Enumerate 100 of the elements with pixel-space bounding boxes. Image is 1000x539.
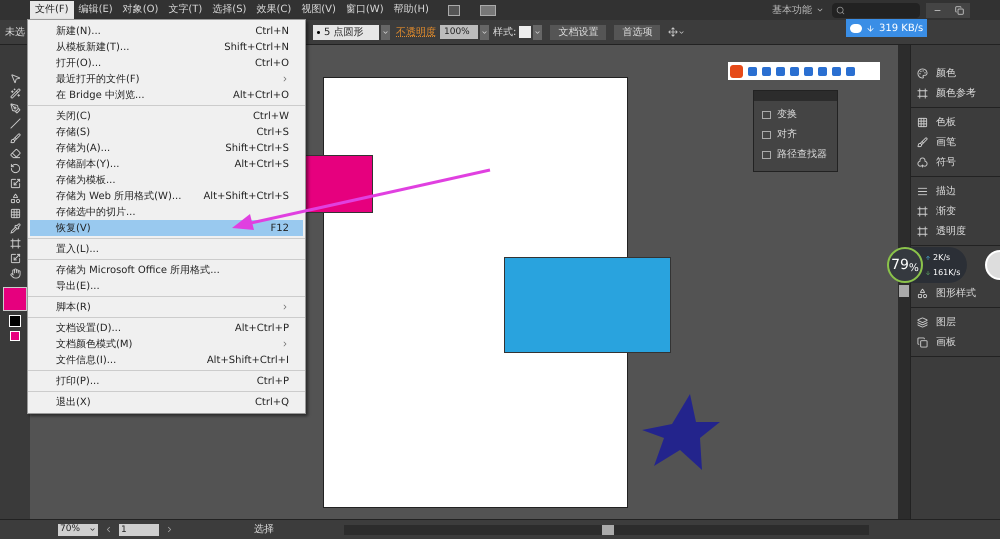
ime-logo-icon (730, 64, 743, 78)
panel-item[interactable]: 路径查找器 (762, 147, 837, 162)
menu-item[interactable]: 在 Bridge 中浏览... Alt+Ctrl+O (30, 87, 303, 103)
menu-item[interactable]: 文件信息(I)... Alt+Shift+Ctrl+I (30, 352, 303, 368)
previous-icon[interactable] (104, 525, 113, 534)
panel-item[interactable]: 画笔 (911, 133, 1000, 151)
menu-item[interactable]: 文档颜色模式(M) (30, 336, 303, 352)
eyedropper-icon[interactable] (10, 223, 20, 234)
menu-item[interactable]: 恢复(V) F12 (30, 220, 303, 236)
scroll-thumb[interactable] (899, 285, 909, 297)
brush-dropdown[interactable]: 5 点圆形 (313, 24, 379, 40)
eraser-icon[interactable] (10, 148, 20, 159)
panel-item[interactable]: 颜色 (911, 64, 1000, 82)
panel-item[interactable]: 渐变 (911, 202, 1000, 220)
pointer-icon[interactable] (10, 73, 20, 84)
restore-button[interactable] (948, 2, 970, 18)
menu-bar-item[interactable]: 窗口(W) (340, 1, 389, 19)
menu-item[interactable]: 存储为 Microsoft Office 所用格式... (30, 262, 303, 278)
opacity-label[interactable]: 不透明度 (396, 24, 436, 40)
panel-icon (762, 150, 771, 158)
panel-item[interactable]: 颜色参考 (911, 84, 1000, 102)
menu-bar-item[interactable]: 视图(V) (296, 1, 341, 19)
pen-icon[interactable] (10, 103, 20, 114)
menu-item[interactable]: 存储选中的切片... (30, 204, 303, 220)
caret-icon[interactable] (533, 24, 542, 40)
horizontal-scrollbar[interactable] (344, 524, 869, 534)
restore-icon (954, 6, 964, 14)
menu-item[interactable]: 新建(N)... Ctrl+N (30, 23, 303, 39)
tool-status: 选择 (254, 522, 274, 537)
grid-icon[interactable] (10, 208, 20, 219)
menu-bar-item[interactable]: 帮助(H) (388, 1, 434, 19)
caret-icon[interactable] (381, 24, 390, 40)
menu-item[interactable]: 导出(E)... (30, 278, 303, 294)
shapes-icon (917, 288, 928, 298)
menu-item[interactable]: 置入(L)... (30, 241, 303, 257)
transform-icon[interactable] (668, 27, 686, 37)
download-icon (866, 24, 875, 32)
screen-mode-icon[interactable] (448, 4, 460, 16)
menu-bar-item[interactable]: 选择(S) (207, 1, 252, 19)
palette-icon (917, 68, 928, 78)
hand-icon[interactable] (10, 268, 20, 279)
workspace-switcher[interactable]: 基本功能 (772, 2, 824, 18)
magic-wand-icon[interactable] (10, 88, 20, 99)
line-icon[interactable] (10, 118, 20, 129)
opacity-field[interactable]: 100% (440, 25, 478, 39)
artboard-field[interactable]: 1 (119, 524, 159, 536)
cloud-icon (850, 24, 862, 32)
menu-item[interactable]: 关闭(C) Ctrl+W (30, 108, 303, 124)
menu-bar-item[interactable]: 编辑(E) (74, 1, 118, 19)
menu-item[interactable]: 退出(X) Ctrl+Q (30, 394, 303, 410)
menu-item[interactable]: 脚本(R) (30, 299, 303, 315)
menu-bar-item[interactable]: 效果(C) (251, 1, 296, 19)
brush-icon[interactable] (10, 133, 20, 144)
menu-bar-item[interactable]: 对象(O) (118, 1, 164, 19)
download-icon (925, 270, 931, 276)
scale-icon[interactable] (10, 178, 20, 189)
shapes-icon[interactable] (10, 193, 20, 204)
menu-item[interactable]: 存储为模板... (30, 172, 303, 188)
panel-item[interactable]: 画板 (911, 333, 1000, 351)
crop-icon[interactable] (10, 253, 20, 264)
menu-item[interactable]: 打印(P)... Ctrl+P (30, 373, 303, 389)
menu-item[interactable]: 存储(S) Ctrl+S (30, 124, 303, 140)
swatches-icon (917, 116, 928, 128)
rotate-icon[interactable] (10, 163, 20, 174)
panel-item[interactable]: 对齐 (762, 127, 837, 142)
scroll-thumb[interactable] (602, 524, 614, 534)
menu-bar-item[interactable]: 文字(T) (163, 1, 208, 19)
panel-item[interactable]: 色板 (911, 113, 1000, 131)
menu-bar-item[interactable]: 文件(F) (30, 1, 74, 19)
style-swatch[interactable] (519, 26, 532, 38)
zoom-dropdown[interactable]: 70% (58, 524, 98, 536)
panel-item[interactable]: 变换 (762, 107, 837, 122)
stroke-swatch[interactable] (9, 315, 21, 327)
artboards-icon (917, 336, 928, 348)
menu-item[interactable]: 文档设置(D)... Alt+Ctrl+P (30, 320, 303, 336)
menu-item[interactable]: 打开(O)... Ctrl+O (30, 55, 303, 71)
caret-icon (89, 526, 96, 533)
rectangle-shape (305, 155, 373, 213)
search-icon (836, 6, 845, 14)
next-icon[interactable] (165, 525, 174, 534)
caret-icon[interactable] (480, 24, 489, 40)
menu-item[interactable]: 存储为 Web 所用格式(W)... Alt+Shift+Ctrl+S (30, 188, 303, 204)
menu-item[interactable]: 存储为(A)... Shift+Ctrl+S (30, 140, 303, 156)
panel-item[interactable]: 图层 (911, 313, 1000, 331)
search-field[interactable] (832, 2, 920, 18)
download-speed: 161K/s (925, 266, 960, 278)
arrange-icon[interactable] (480, 4, 496, 16)
panel-item[interactable]: 透明度 (911, 222, 1000, 240)
panel-item[interactable]: 图形样式 (911, 284, 1000, 302)
panel-item[interactable]: 符号 (911, 153, 1000, 171)
panel-item[interactable]: 描边 (911, 182, 1000, 200)
menu-item[interactable]: 从模板新建(T)... Shift+Ctrl+N (30, 39, 303, 55)
toolbar-button[interactable]: 文档设置 (550, 24, 606, 40)
menu-item[interactable]: 最近打开的文件(F) (30, 71, 303, 87)
toolbar-button[interactable]: 首选项 (614, 24, 660, 40)
color-mode-swatch[interactable] (10, 331, 20, 341)
speed-text: 319 KB/s (879, 22, 924, 36)
fill-swatch[interactable] (3, 287, 27, 311)
percent-gauge: 79$_{%}$ (887, 247, 923, 283)
menu-item[interactable]: 存储副本(Y)... Alt+Ctrl+S (30, 156, 303, 172)
